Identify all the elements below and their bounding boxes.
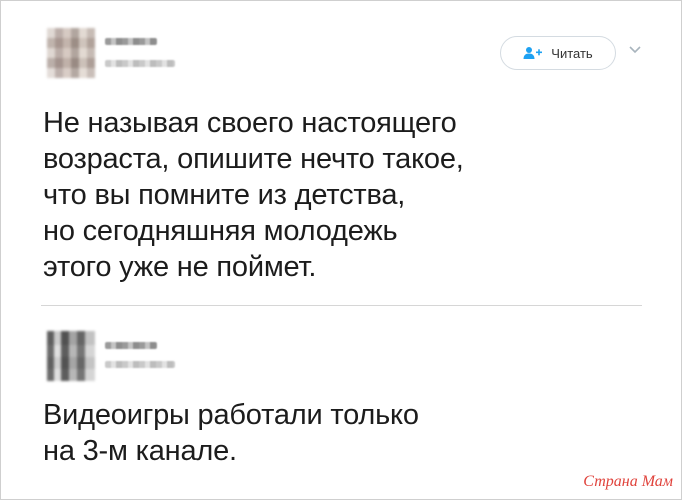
- tweet-text-line: что вы помните из детства,: [43, 179, 406, 211]
- user-avatar[interactable]: [47, 331, 95, 381]
- tweet-text: Не называя своего настоящего возраста, о…: [43, 105, 464, 285]
- tweet-text-line: но сегодняшняя молодежь: [43, 215, 398, 247]
- blurred-username[interactable]: [105, 38, 157, 45]
- blurred-handle: [105, 60, 175, 67]
- tweet-text: Видеоигры работали только на 3-м канале.: [43, 397, 419, 469]
- user-avatar[interactable]: [47, 28, 95, 78]
- tweet-text-line: на 3-м канале.: [43, 435, 237, 467]
- follow-label: Читать: [551, 45, 593, 61]
- watermark-logo: Страна Мам: [583, 473, 673, 490]
- add-user-icon: [523, 47, 543, 59]
- tweet-text-line: этого уже не поймет.: [43, 251, 317, 283]
- blurred-handle: [105, 361, 175, 368]
- blurred-username[interactable]: [105, 342, 157, 349]
- tweet-text-line: Не называя своего настоящего: [43, 107, 457, 139]
- tweet-text-line: возраста, опишите нечто такое,: [43, 143, 464, 175]
- follow-button[interactable]: Читать: [500, 36, 616, 70]
- divider: [41, 305, 642, 306]
- tweet-text-line: Видеоигры работали только: [43, 399, 419, 431]
- chevron-down-icon[interactable]: [628, 45, 642, 55]
